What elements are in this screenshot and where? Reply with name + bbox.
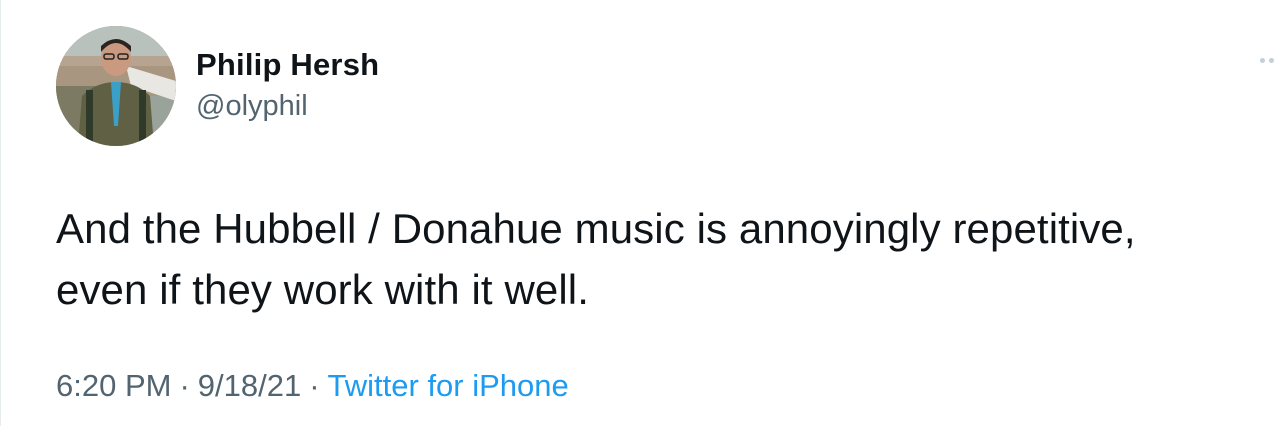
tweet-date[interactable]: 9/18/21 [198,368,301,403]
tweet-card: Philip Hersh @olyphil And the Hubbell / … [0,0,1280,426]
meta-separator: · [309,368,320,403]
tweet-text: And the Hubbell / Donahue music is annoy… [56,198,1256,320]
tweet-source-link[interactable]: Twitter for iPhone [328,368,569,403]
more-options-icon[interactable] [1260,58,1274,63]
tweet-meta: 6:20 PM · 9/18/21 · Twitter for iPhone [56,368,569,404]
tweet-time[interactable]: 6:20 PM [56,368,171,403]
meta-separator: · [179,368,190,403]
author-handle[interactable]: @olyphil [196,90,308,123]
author-name[interactable]: Philip Hersh [196,47,379,83]
tweet-text-line-1: And the Hubbell / Donahue music is annoy… [56,205,1136,252]
tweet-text-line-2: even if they work with it well. [56,266,589,313]
avatar[interactable] [56,26,176,146]
